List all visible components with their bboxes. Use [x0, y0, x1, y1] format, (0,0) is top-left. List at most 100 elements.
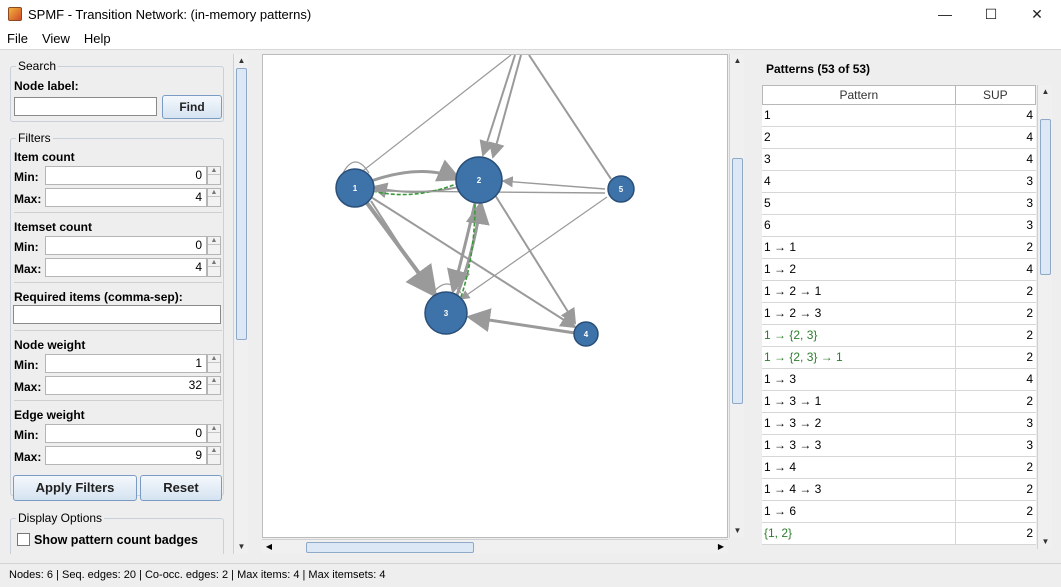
scroll-up-arrow[interactable]: ▲	[730, 54, 745, 68]
scroll-down-arrow[interactable]: ▼	[234, 540, 249, 554]
itemset-count-max-input[interactable]: 4	[45, 258, 207, 277]
transition-graph[interactable]: 1 2 3 4 5	[263, 54, 729, 539]
graph-canvas[interactable]: 1 2 3 4 5	[262, 54, 728, 538]
reset-button[interactable]: Reset	[140, 475, 222, 501]
edge-weight-min-input[interactable]: 0	[45, 424, 207, 443]
patterns-scrollbar[interactable]: ▲ ▼	[1037, 85, 1052, 549]
menu-help[interactable]: Help	[77, 31, 118, 46]
pattern-cell: 3	[762, 149, 956, 170]
itemset-count-min-input[interactable]: 0	[45, 236, 207, 255]
filters-group-title: Filters	[16, 131, 53, 145]
table-row[interactable]: 34	[762, 149, 1036, 171]
menu-view[interactable]: View	[35, 31, 77, 46]
maximize-button[interactable]: ☐	[968, 0, 1014, 28]
table-row[interactable]: 1 → {2, 3} 2	[762, 325, 1036, 347]
scroll-up-arrow[interactable]: ▲	[234, 54, 249, 68]
table-row[interactable]: 1 → 3 → 1 2	[762, 391, 1036, 413]
scroll-down-arrow[interactable]: ▼	[730, 524, 745, 538]
table-row[interactable]: 1 → 3 → 3 3	[762, 435, 1036, 457]
left-panel-scrollbar[interactable]: ▲ ▼	[233, 54, 248, 554]
table-row[interactable]: 43	[762, 171, 1036, 193]
sup-cell: 2	[1026, 306, 1033, 320]
find-button[interactable]: Find	[162, 95, 222, 119]
sup-cell: 4	[1026, 262, 1033, 276]
node-weight-max-spinner[interactable]: ▲	[207, 376, 221, 395]
pattern-cell: 1 → 4	[762, 457, 956, 478]
pattern-cell: 1 → 1	[762, 237, 956, 258]
edge-weight-max-label: Max:	[14, 450, 42, 464]
item-count-max-input[interactable]: 4	[45, 188, 207, 207]
graph-node-label: 3	[444, 309, 449, 318]
scroll-down-arrow[interactable]: ▼	[1038, 535, 1053, 549]
table-row[interactable]: 63	[762, 215, 1036, 237]
item-count-min-spinner[interactable]: ▲	[207, 166, 221, 185]
canvas-horizontal-scrollbar[interactable]: ◀ ▶	[262, 539, 728, 554]
sup-cell: 3	[1026, 174, 1033, 188]
graph-edge	[488, 54, 522, 159]
table-row[interactable]: 1 → 2 → 1 2	[762, 281, 1036, 303]
scroll-thumb[interactable]	[732, 158, 743, 404]
graph-edge	[528, 54, 612, 180]
required-items-input[interactable]	[13, 305, 221, 324]
itemset-count-max-label: Max:	[14, 262, 42, 276]
graph-edge	[501, 176, 606, 190]
scroll-thumb[interactable]	[236, 68, 247, 340]
table-row[interactable]: 53	[762, 193, 1036, 215]
pattern-cell: 1	[762, 105, 956, 126]
table-row[interactable]: 14	[762, 105, 1036, 127]
table-row[interactable]: 1 → 4 → 3 2	[762, 479, 1036, 501]
graph-edge	[455, 200, 490, 296]
sup-cell: 3	[1026, 196, 1033, 210]
pattern-cell: 1 → 3	[762, 369, 956, 390]
pattern-cell: 1 → 3 → 3	[762, 435, 956, 456]
edge-weight-max-spinner[interactable]: ▲	[207, 446, 221, 465]
table-row[interactable]: 1 → 2 → 3 2	[762, 303, 1036, 325]
pattern-cell: 2	[762, 127, 956, 148]
table-row[interactable]: 1 → 2 4	[762, 259, 1036, 281]
itemset-count-max-spinner[interactable]: ▲	[207, 258, 221, 277]
graph-node-label: 5	[619, 185, 624, 194]
table-row[interactable]: 24	[762, 127, 1036, 149]
node-weight-min-spinner[interactable]: ▲	[207, 354, 221, 373]
sup-cell: 2	[1026, 284, 1033, 298]
node-weight-min-input[interactable]: 1	[45, 354, 207, 373]
table-row[interactable]: 1 → 3 → 2 3	[762, 413, 1036, 435]
column-pattern[interactable]: Pattern	[763, 86, 956, 105]
menu-file[interactable]: File	[0, 31, 35, 46]
itemset-count-min-spinner[interactable]: ▲	[207, 236, 221, 255]
item-count-min-label: Min:	[14, 170, 39, 184]
canvas-vertical-scrollbar[interactable]: ▲ ▼	[729, 54, 744, 538]
graph-edge	[494, 194, 577, 325]
table-row[interactable]: 1 → 1 2	[762, 237, 1036, 259]
scroll-left-arrow[interactable]: ◀	[262, 540, 276, 554]
graph-node-label: 4	[584, 330, 589, 339]
graph-nodes[interactable]: 1 2 3 4 5	[335, 156, 635, 347]
apply-filters-button[interactable]: Apply Filters	[13, 475, 137, 501]
node-weight-max-input[interactable]: 32	[45, 376, 207, 395]
badges-checkbox[interactable]	[17, 533, 30, 546]
table-row[interactable]: {1, 2} 2	[762, 523, 1036, 545]
scroll-right-arrow[interactable]: ▶	[714, 540, 728, 554]
pattern-cell: 1 → 6	[762, 501, 956, 522]
item-count-min-input[interactable]: 0	[45, 166, 207, 185]
table-row[interactable]: 1 → 3 4	[762, 369, 1036, 391]
display-options-title: Display Options	[16, 511, 105, 525]
edge-weight-min-spinner[interactable]: ▲	[207, 424, 221, 443]
table-row[interactable]: 1 → 6 2	[762, 501, 1036, 523]
graph-edge	[479, 54, 516, 157]
table-row[interactable]: 1 → 4 2	[762, 457, 1036, 479]
scroll-thumb[interactable]	[306, 542, 474, 553]
column-sup[interactable]: SUP	[956, 86, 1035, 105]
table-row[interactable]: 1 → {2, 3} → 1 2	[762, 347, 1036, 369]
scroll-thumb[interactable]	[1040, 119, 1051, 275]
patterns-header: Patterns (53 of 53)	[766, 62, 871, 76]
separator	[14, 282, 222, 283]
search-group-title: Search	[16, 59, 59, 73]
minimize-button[interactable]: —	[922, 0, 968, 28]
edge-weight-max-input[interactable]: 9	[45, 446, 207, 465]
scroll-up-arrow[interactable]: ▲	[1038, 85, 1053, 99]
item-count-max-spinner[interactable]: ▲	[207, 188, 221, 207]
node-label-input[interactable]	[14, 97, 157, 116]
close-button[interactable]: ✕	[1014, 0, 1060, 28]
app-icon	[8, 7, 22, 21]
